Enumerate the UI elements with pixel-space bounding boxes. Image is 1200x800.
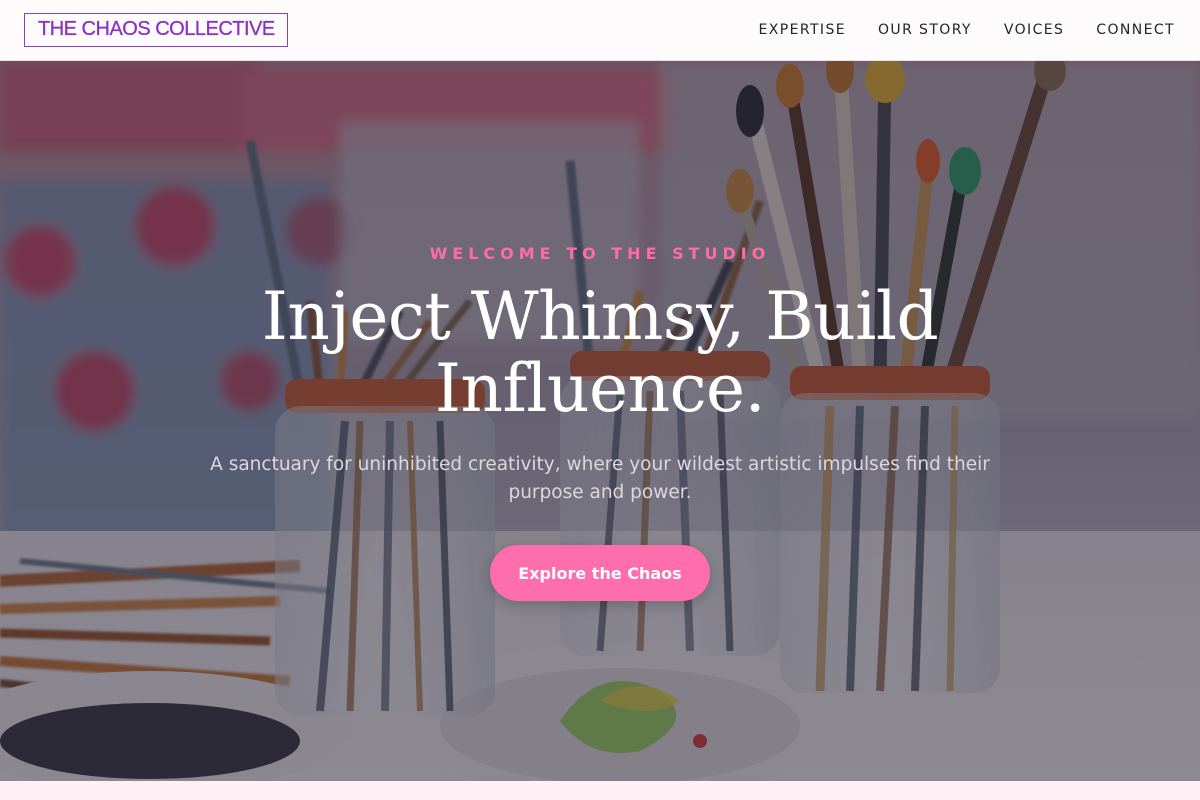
hero-headline: Inject Whimsy, Build Influence.: [200, 281, 1000, 425]
main-nav: EXPERTISE OUR STORY VOICES CONNECT: [759, 22, 1175, 38]
nav-link-connect[interactable]: CONNECT: [1096, 22, 1175, 38]
hero-content: WELCOME TO THE STUDIO Inject Whimsy, Bui…: [0, 61, 1200, 781]
site-header: THE CHAOS COLLECTIVE EXPERTISE OUR STORY…: [0, 0, 1200, 61]
explore-chaos-button[interactable]: Explore the Chaos: [490, 545, 710, 601]
hero-subheadline: A sanctuary for uninhibited creativity, …: [210, 454, 990, 503]
nav-link-voices[interactable]: VOICES: [1004, 22, 1064, 38]
hero-section: WELCOME TO THE STUDIO Inject Whimsy, Bui…: [0, 61, 1200, 781]
next-section-strip: [0, 781, 1200, 800]
hero-eyebrow: WELCOME TO THE STUDIO: [429, 244, 771, 263]
nav-link-expertise[interactable]: EXPERTISE: [759, 22, 846, 38]
hero-headline-line-1: Inject Whimsy, Build: [261, 278, 939, 355]
hero-headline-line-2: Influence.: [434, 350, 766, 427]
site-logo[interactable]: THE CHAOS COLLECTIVE: [24, 13, 288, 47]
nav-link-our-story[interactable]: OUR STORY: [878, 22, 972, 38]
